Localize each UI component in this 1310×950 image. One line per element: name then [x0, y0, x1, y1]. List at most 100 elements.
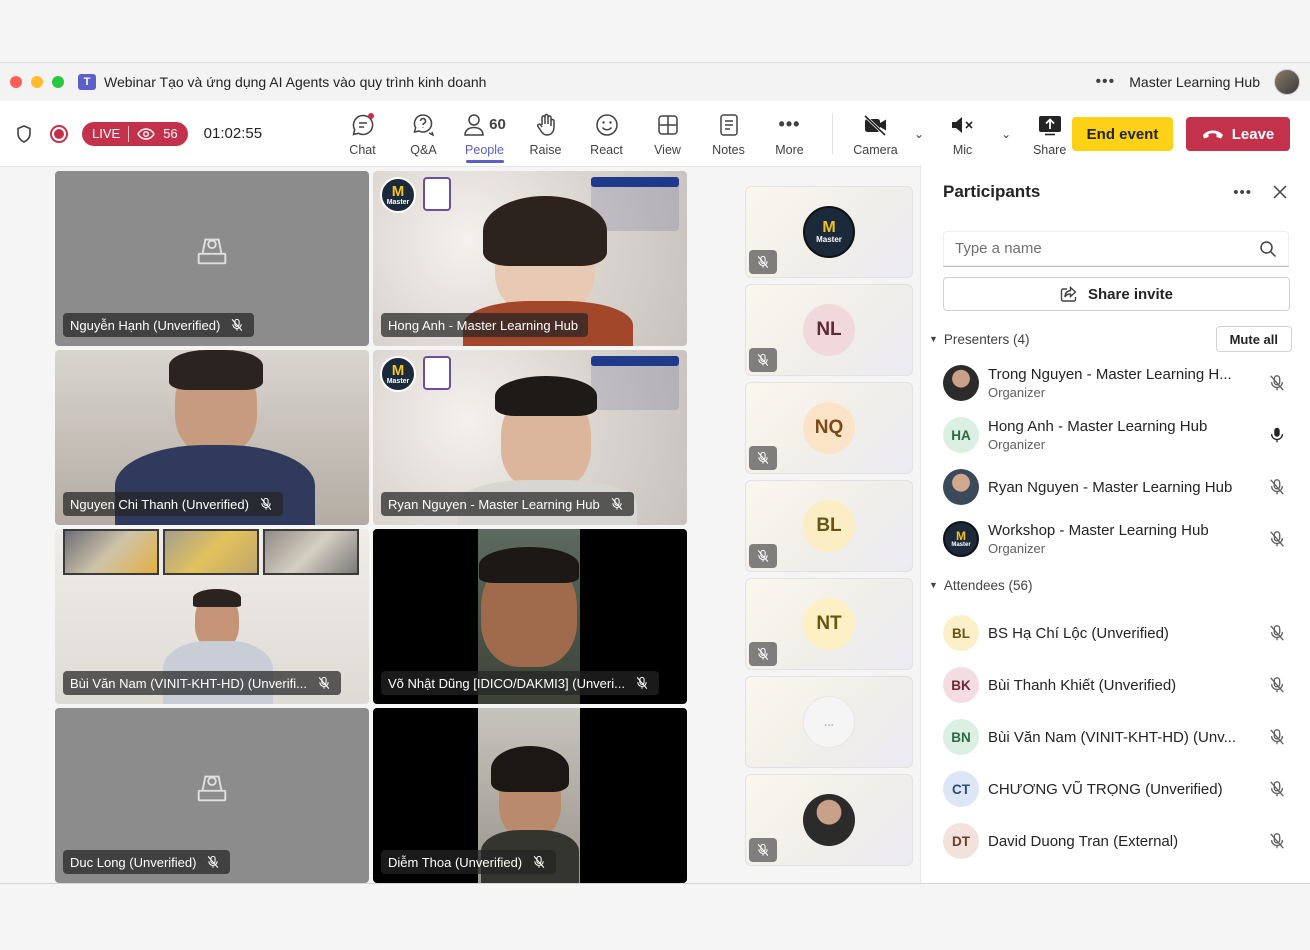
participant-row[interactable]: M Master Workshop - Master Learning Hub O…: [921, 513, 1310, 565]
side-tile[interactable]: M Master: [745, 186, 913, 278]
mic-off-icon[interactable]: [1268, 676, 1286, 694]
mic-label: Mic: [952, 142, 973, 157]
chat-button[interactable]: Chat: [332, 112, 393, 157]
notes-icon: [719, 113, 738, 136]
react-label: React: [590, 142, 623, 157]
account-avatar[interactable]: [1274, 69, 1300, 95]
panel-more-icon[interactable]: •••: [1233, 184, 1252, 201]
live-badge[interactable]: LIVE 56: [82, 121, 188, 146]
participant-name-chip: Bùi Văn Nam (VINIT-KHT-HD) (Unverifi...: [63, 671, 341, 695]
mic-off-icon[interactable]: [1268, 728, 1286, 746]
share-label: Share: [1032, 142, 1067, 157]
notes-button[interactable]: Notes: [698, 112, 759, 157]
more-options-icon[interactable]: •••: [1095, 73, 1115, 91]
mic-on-icon[interactable]: [1268, 426, 1286, 444]
camera-off-placeholder-icon: [197, 775, 227, 801]
side-tile[interactable]: ...: [745, 676, 913, 768]
presenters-section-header[interactable]: ▼ Presenters (4) Mute all: [921, 321, 1310, 357]
participant-name: Workshop - Master Learning Hub: [988, 522, 1209, 539]
participant-name: David Duong Tran (External): [988, 832, 1179, 850]
participant-row[interactable]: BN Bùi Văn Nam (VINIT-KHT-HD) (Unv...: [921, 711, 1310, 763]
initials-avatar: NQ: [803, 402, 855, 454]
video-tile[interactable]: Võ Nhật Dũng [IDICO/DAKMI3] (Unveri...: [373, 529, 687, 704]
wall-paintings: [63, 529, 359, 575]
mic-off-icon: [259, 497, 273, 511]
title-bar: T Webinar Tạo và ứng dụng AI Agents vào …: [0, 63, 1310, 101]
camera-button[interactable]: Camera: [845, 112, 906, 157]
hand-icon: [536, 113, 555, 136]
participant-name: BS Hạ Chí Lộc (Unverified): [988, 624, 1169, 642]
more-button[interactable]: ••• More: [759, 112, 820, 157]
mic-off-icon[interactable]: [1268, 780, 1286, 798]
participant-row[interactable]: BK Bùi Thanh Khiết (Unverified): [921, 659, 1310, 711]
side-tile[interactable]: NT: [745, 578, 913, 670]
participant-name: Ryan Nguyen - Master Learning Hub: [388, 496, 600, 512]
video-tile[interactable]: Nguyễn Hạnh (Unverified): [55, 171, 369, 346]
video-tile[interactable]: M Master Ryan Nguyen - Master Learning Hu…: [373, 350, 687, 525]
live-label: LIVE: [92, 126, 121, 141]
participant-row[interactable]: CT CHƯƠNG VŨ TRỌNG (Unverified): [921, 763, 1310, 815]
video-tile[interactable]: Nguyen Chi Thanh (Unverified): [55, 350, 369, 525]
participant-name: Bùi Thanh Khiết (Unverified): [988, 676, 1177, 694]
mic-off-icon[interactable]: [1268, 478, 1286, 496]
end-event-button[interactable]: End event: [1072, 117, 1173, 151]
participant-name: Bùi Văn Nam (VINIT-KHT-HD) (Unv...: [988, 728, 1237, 746]
mute-all-button[interactable]: Mute all: [1215, 326, 1292, 352]
leave-button[interactable]: Leave: [1186, 117, 1290, 151]
window-title: Webinar Tạo và ứng dụng AI Agents vào qu…: [104, 74, 487, 90]
video-tile[interactable]: M Master Hong Anh - Master Learning Hub: [373, 171, 687, 346]
search-icon[interactable]: [1259, 240, 1277, 258]
video-tile[interactable]: Duc Long (Unverified): [55, 708, 369, 883]
people-button[interactable]: 60 People: [454, 112, 515, 163]
participant-row[interactable]: DT David Duong Tran (External): [921, 815, 1310, 867]
search-input[interactable]: [955, 240, 1259, 257]
participant-search[interactable]: [943, 231, 1289, 267]
participant-avatar: DT: [943, 823, 979, 859]
participant-row[interactable]: Ryan Nguyen - Master Learning Hub: [921, 461, 1310, 513]
side-tile[interactable]: [745, 774, 913, 866]
participant-name-chip: Võ Nhật Dũng [IDICO/DAKMI3] (Unveri...: [381, 671, 659, 695]
maximize-window-button[interactable]: [52, 76, 64, 88]
share-screen-icon: [1038, 115, 1061, 135]
raise-hand-button[interactable]: Raise: [515, 112, 576, 157]
participant-row[interactable]: HA Hong Anh - Master Learning Hub Organi…: [921, 409, 1310, 461]
camera-options-chevron-icon[interactable]: ⌄: [914, 127, 924, 141]
mic-off-icon[interactable]: [1268, 624, 1286, 642]
muted-indicator: [749, 838, 777, 862]
person-hair: [169, 350, 263, 390]
presenters-label: Presenters (4): [943, 331, 1030, 347]
leave-label: Leave: [1231, 125, 1275, 143]
mic-off-icon[interactable]: [1268, 374, 1286, 392]
video-tile[interactable]: Diễm Thoa (Unverified): [373, 708, 687, 883]
side-tile[interactable]: NL: [745, 284, 913, 376]
mic-off-icon[interactable]: [1268, 530, 1286, 548]
share-button[interactable]: Share: [1019, 112, 1080, 157]
minimize-window-button[interactable]: [31, 76, 43, 88]
mic-off-icon[interactable]: [1268, 832, 1286, 850]
muted-indicator: [749, 446, 777, 470]
camera-off-icon: [863, 114, 886, 136]
close-window-button[interactable]: [10, 76, 22, 88]
react-button[interactable]: React: [576, 112, 637, 157]
info-card-header: [591, 356, 679, 366]
account-name: Master Learning Hub: [1129, 74, 1260, 90]
participant-row[interactable]: Trong Nguyen - Master Learning H... Orga…: [921, 357, 1310, 409]
attendees-section-header[interactable]: ▼ Attendees (56): [921, 567, 1310, 603]
close-icon[interactable]: [1272, 184, 1288, 200]
side-tile[interactable]: NQ: [745, 382, 913, 474]
share-invite-button[interactable]: Share invite: [943, 277, 1290, 311]
qa-icon: [412, 113, 434, 136]
view-button[interactable]: View: [637, 112, 698, 157]
shield-icon[interactable]: [14, 124, 34, 144]
mic-off-icon: [756, 843, 770, 857]
mic-button[interactable]: Mic: [932, 112, 993, 157]
participant-name-chip: Diễm Thoa (Unverified): [381, 850, 557, 874]
video-tile[interactable]: Bùi Văn Nam (VINIT-KHT-HD) (Unverifi...: [55, 529, 369, 704]
mic-options-chevron-icon[interactable]: ⌄: [1001, 127, 1011, 141]
side-tile[interactable]: BL: [745, 480, 913, 572]
recording-indicator[interactable]: [50, 124, 68, 143]
master-logo: M Master: [380, 356, 416, 392]
qa-button[interactable]: Q&A: [393, 112, 454, 157]
photo-avatar: [803, 794, 855, 846]
participant-row[interactable]: BL BS Hạ Chí Lộc (Unverified): [921, 607, 1310, 659]
